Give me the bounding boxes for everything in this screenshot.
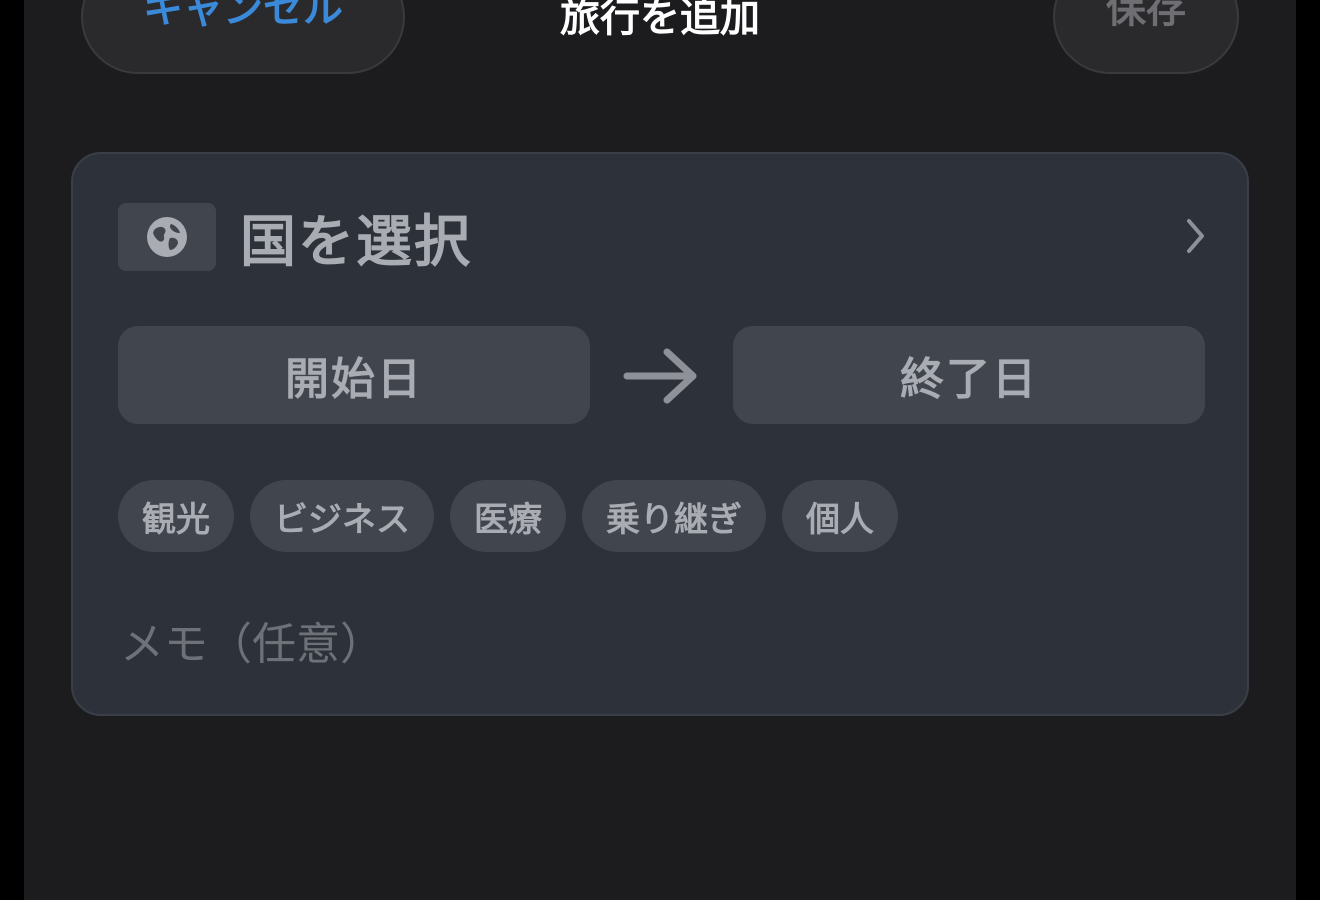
country-selector[interactable]: 国を選択 xyxy=(118,202,1208,275)
end-date-button[interactable]: 終了日 xyxy=(733,326,1205,424)
trip-form-card: 国を選択 開始日 終了日 観光 ビジネス 医療 乗り継ぎ 個人 メモ（任意） xyxy=(71,152,1249,716)
chip-label: 個人 xyxy=(806,499,874,540)
chip-label: ビジネス xyxy=(274,499,410,540)
save-button-label: 保存 xyxy=(1106,0,1186,32)
purpose-chip-business[interactable]: ビジネス xyxy=(250,480,434,552)
globe-icon xyxy=(147,217,187,257)
purpose-chip-medical[interactable]: 医療 xyxy=(450,480,566,552)
country-selector-label: 国を選択 xyxy=(240,209,472,275)
arrow-right-icon xyxy=(623,348,697,404)
start-date-button[interactable]: 開始日 xyxy=(118,326,590,424)
globe-icon-container xyxy=(118,203,216,271)
save-button[interactable]: 保存 xyxy=(1053,0,1239,74)
chip-label: 医療 xyxy=(474,499,542,540)
purpose-chip-personal[interactable]: 個人 xyxy=(782,480,898,552)
chip-label: 乗り継ぎ xyxy=(606,499,742,540)
purpose-chip-sightseeing[interactable]: 観光 xyxy=(118,480,234,552)
memo-input[interactable]: メモ（任意） xyxy=(120,608,384,672)
chevron-right-icon xyxy=(1187,219,1204,253)
end-date-label: 終了日 xyxy=(900,354,1038,405)
purpose-chips: 観光 ビジネス 医療 乗り継ぎ 個人 xyxy=(118,480,898,552)
start-date-label: 開始日 xyxy=(285,354,423,405)
chip-label: 観光 xyxy=(142,499,210,540)
purpose-chip-transit[interactable]: 乗り継ぎ xyxy=(582,480,766,552)
